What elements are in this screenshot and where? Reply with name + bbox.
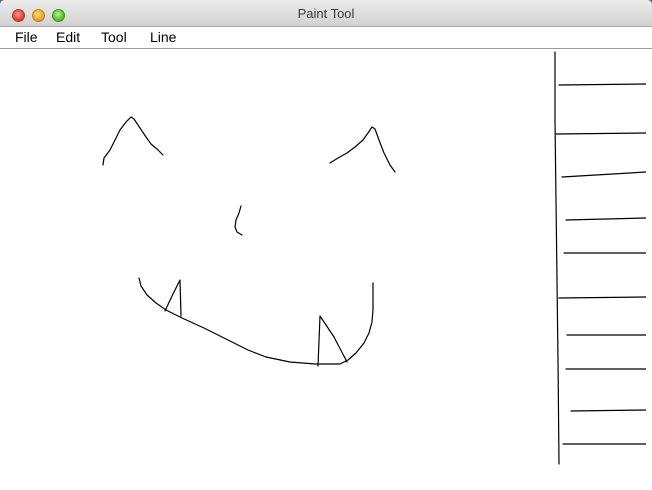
stroke-ladder-rung	[565, 217, 647, 221]
window-title: Paint Tool	[297, 6, 355, 21]
stroke-ladder-rung	[558, 296, 647, 299]
menu-bar: File Edit Tool Line	[0, 27, 652, 49]
stroke-ladder-rung	[561, 171, 647, 178]
drawing-canvas[interactable]	[6, 49, 647, 485]
menu-file[interactable]: File	[15, 29, 38, 45]
menu-line[interactable]: Line	[150, 29, 176, 45]
stroke-nose	[234, 205, 243, 236]
menu-tool[interactable]: Tool	[101, 29, 127, 45]
app-window: Paint Tool File Edit Tool Line	[0, 0, 652, 490]
stroke-ladder-rail	[554, 51, 560, 465]
stroke-ladder-rung	[570, 409, 647, 412]
stroke-right-ear	[329, 126, 396, 173]
menu-edit[interactable]: Edit	[56, 29, 80, 45]
stroke-ladder-rung	[558, 83, 647, 86]
canvas-drawing	[102, 51, 647, 465]
title-bar[interactable]: Paint Tool	[0, 0, 652, 27]
stroke-right-fang	[317, 315, 348, 367]
stroke-ladder-rung	[555, 132, 647, 135]
stroke-left-ear	[102, 116, 164, 166]
